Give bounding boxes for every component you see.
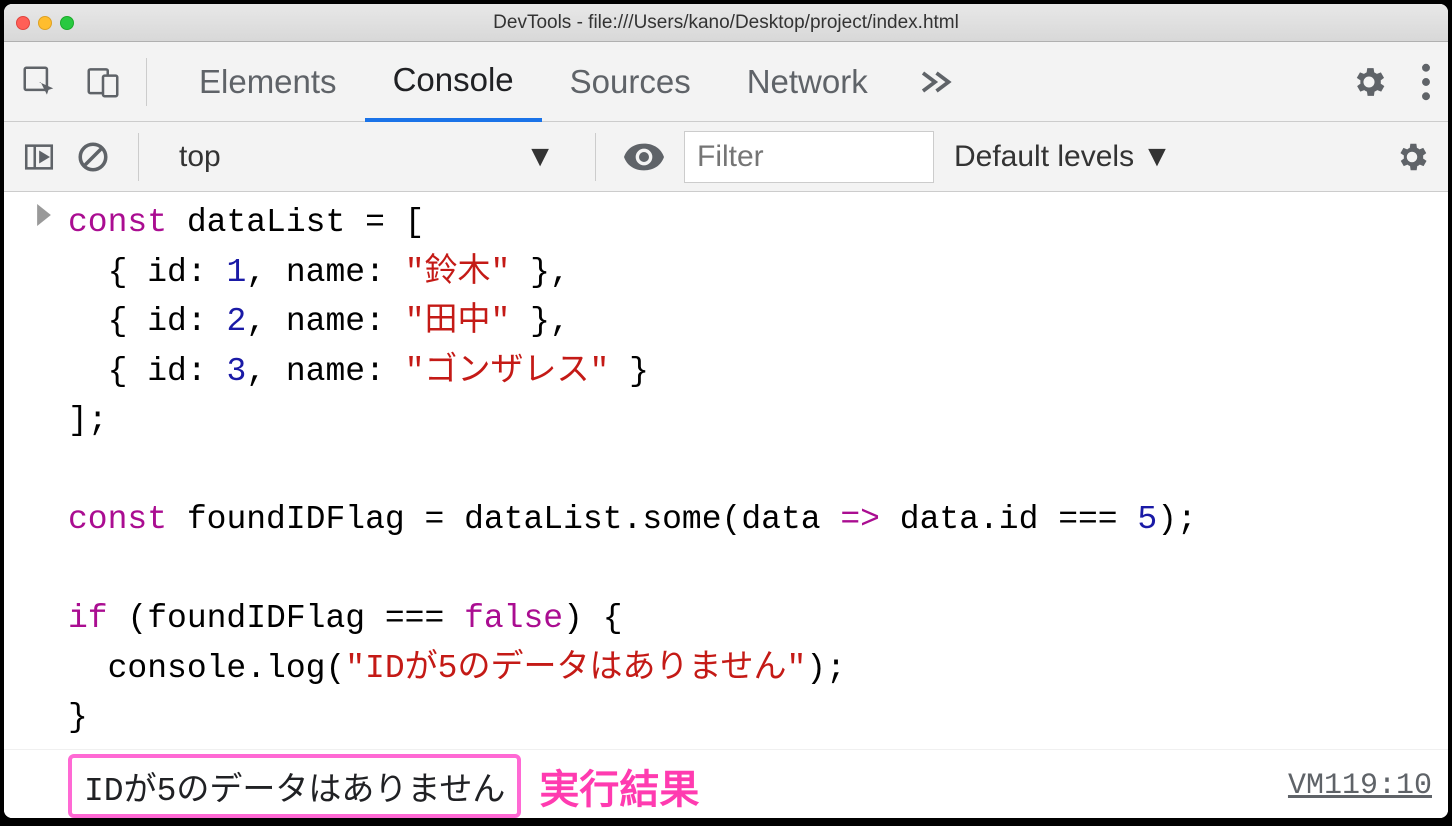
tab-elements[interactable]: Elements: [171, 42, 365, 122]
console-settings-icon[interactable]: [1394, 139, 1430, 175]
tabbar: Elements Console Sources Network: [4, 42, 1448, 122]
traffic-lights: [16, 16, 74, 30]
dropdown-icon: ▼: [525, 140, 555, 174]
console-input-block: const dataList = [ { id: 1, name: "鈴木" }…: [4, 192, 1448, 750]
output-annotation: 実行結果: [539, 757, 699, 815]
separator: [595, 133, 596, 181]
settings-icon[interactable]: [1350, 63, 1388, 101]
context-value: top: [179, 140, 221, 174]
console-body: const dataList = [ { id: 1, name: "鈴木" }…: [4, 192, 1448, 818]
console-toolbar: top ▼ Default levels ▼: [4, 122, 1448, 192]
tab-network[interactable]: Network: [719, 42, 896, 122]
source-link[interactable]: VM119:10: [1288, 769, 1432, 803]
maximize-window-button[interactable]: [60, 16, 74, 30]
dropdown-icon: ▼: [1142, 140, 1172, 174]
filter-input[interactable]: [684, 131, 934, 183]
minimize-window-button[interactable]: [38, 16, 52, 30]
levels-label: Default levels: [954, 140, 1134, 174]
input-chevron-icon: [20, 198, 68, 226]
console-log-output: IDが5のデータはありません 実行結果 VM119:10: [4, 750, 1448, 819]
more-tabs-icon[interactable]: [916, 70, 954, 94]
separator: [146, 58, 147, 106]
tab-console[interactable]: Console: [365, 42, 542, 122]
sidebar-toggle-icon[interactable]: [22, 140, 56, 174]
titlebar: DevTools - file:///Users/kano/Desktop/pr…: [4, 4, 1448, 42]
live-expression-icon[interactable]: [624, 143, 664, 171]
tab-sources[interactable]: Sources: [542, 42, 719, 122]
output-highlight-box: IDが5のデータはありません: [68, 754, 521, 818]
kebab-menu-icon[interactable]: [1420, 63, 1432, 101]
inspect-element-icon[interactable]: [20, 63, 58, 101]
code-content[interactable]: const dataList = [ { id: 1, name: "鈴木" }…: [68, 198, 1432, 743]
device-toggle-icon[interactable]: [84, 63, 122, 101]
log-levels-selector[interactable]: Default levels ▼: [954, 140, 1172, 174]
clear-console-icon[interactable]: [76, 140, 110, 174]
close-window-button[interactable]: [16, 16, 30, 30]
separator: [138, 133, 139, 181]
window-title: DevTools - file:///Users/kano/Desktop/pr…: [493, 12, 959, 34]
devtools-window: DevTools - file:///Users/kano/Desktop/pr…: [4, 4, 1448, 818]
context-selector[interactable]: top ▼: [167, 133, 567, 181]
